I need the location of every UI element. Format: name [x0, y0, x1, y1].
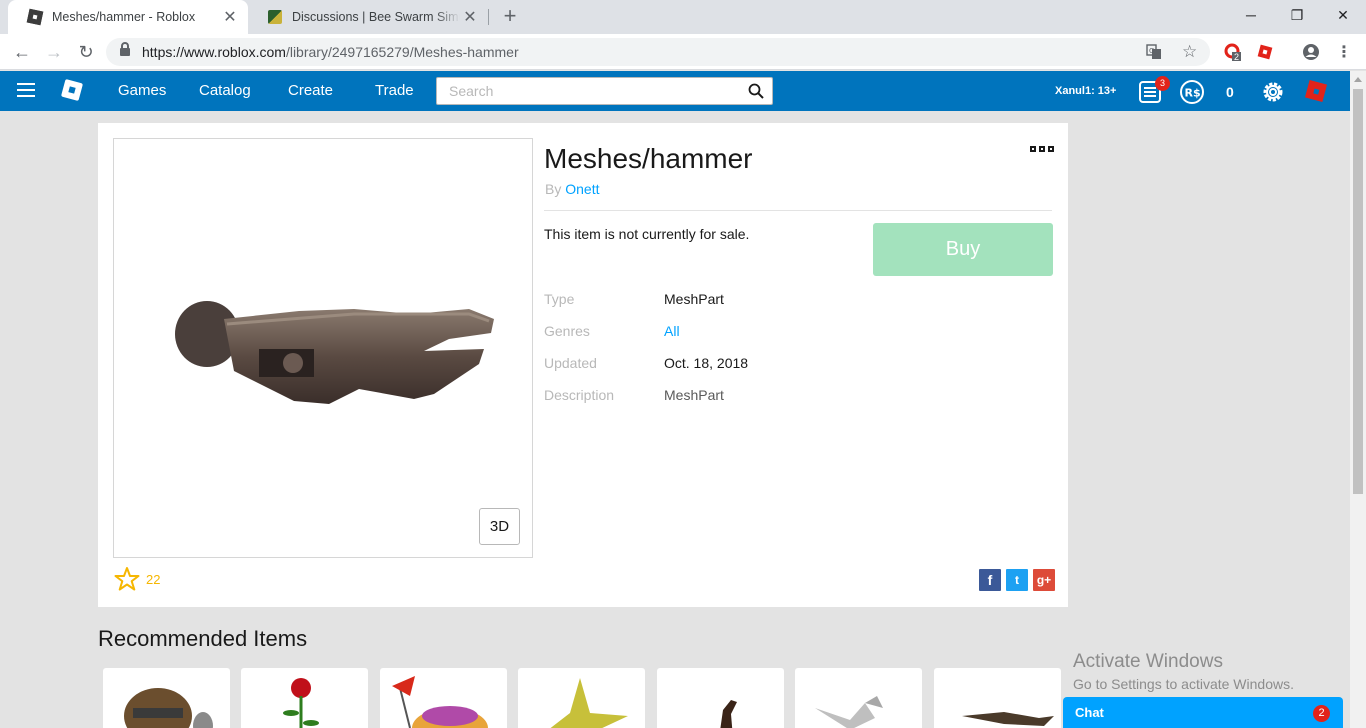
recommended-items-heading: Recommended Items	[98, 626, 308, 651]
google-plus-share-icon[interactable]: g+	[1033, 569, 1055, 591]
favorite-count: 22	[146, 572, 161, 587]
url-path: /library/2497165279/Meshes-hammer	[285, 44, 519, 60]
forward-arrow-icon[interactable]: →	[42, 40, 66, 64]
reload-icon[interactable]: ↻	[74, 40, 98, 64]
close-window-button[interactable]: ✕	[1320, 0, 1366, 30]
nav-games[interactable]: Games	[118, 82, 166, 99]
roblox-header: Games Catalog Create Trade Xanul1: 13+ R…	[0, 71, 1350, 111]
item-thumbnail-image	[283, 678, 319, 728]
robux-icon[interactable]: R$	[1179, 79, 1205, 105]
robux-count[interactable]: 0	[1226, 84, 1234, 100]
recommended-item-card[interactable]	[103, 668, 230, 728]
url-field[interactable]: https://www.roblox.com/library/249716527…	[106, 38, 1210, 66]
divider	[544, 210, 1052, 211]
username-label[interactable]: Xanul1: 13+	[1055, 85, 1116, 97]
by-label: By	[545, 181, 562, 197]
minimize-button[interactable]: ─	[1228, 0, 1274, 30]
chat-bar[interactable]: Chat	[1063, 697, 1343, 728]
new-tab-button[interactable]: +	[498, 4, 522, 30]
nav-create[interactable]: Create	[288, 82, 333, 99]
page-scrollbar[interactable]	[1350, 71, 1366, 728]
lock-icon	[120, 42, 130, 56]
tab-separator	[488, 9, 489, 25]
address-bar-row: ← → ↻ https://www.roblox.com/library/249…	[0, 34, 1366, 70]
more-options-icon[interactable]	[1030, 146, 1054, 152]
item-thumbnail-image	[124, 688, 213, 728]
chat-unread-badge: 2	[1313, 705, 1330, 722]
tab-title: Meshes/hammer - Roblox	[52, 10, 196, 24]
url-host: https://www.roblox.com	[142, 44, 286, 60]
extension-badge: 2	[1234, 52, 1240, 62]
recommended-item-card[interactable]	[934, 668, 1061, 728]
back-arrow-icon[interactable]: ←	[10, 40, 34, 64]
search-input[interactable]	[437, 78, 727, 104]
roblox-favicon-icon	[26, 8, 44, 26]
item-thumbnail-image	[962, 712, 1054, 726]
item-creator-line: By Onett	[545, 181, 599, 197]
close-tab-icon[interactable]: ✕	[460, 7, 480, 27]
close-tab-icon[interactable]: ✕	[220, 7, 240, 27]
item-thumbnail: 3D	[113, 138, 533, 558]
restore-button[interactable]: ❐	[1274, 0, 1320, 30]
item-thumbnail-image	[392, 676, 488, 728]
item-title: Meshes/hammer	[544, 143, 753, 174]
item-details-card: 3D 22 Meshes/hammer By Onett This item i…	[98, 123, 1068, 607]
svg-text:G: G	[1149, 47, 1154, 55]
recommended-item-card[interactable]	[657, 668, 784, 728]
watermark-line2: Go to Settings to activate Windows.	[1073, 676, 1294, 692]
svg-text:R$: R$	[1185, 87, 1201, 100]
browser-tab-bar: Meshes/hammer - Roblox ✕ Discussions | B…	[0, 0, 1366, 34]
field-value-updated: Oct. 18, 2018	[664, 355, 749, 371]
sale-status-text: This item is not currently for sale.	[544, 226, 750, 242]
bee-favicon-icon	[268, 10, 282, 24]
field-label-updated: Updated	[544, 355, 597, 371]
search-box	[436, 77, 773, 105]
roblox-logo-icon[interactable]	[60, 78, 84, 102]
recommended-item-card[interactable]	[241, 668, 368, 728]
buy-button[interactable]: Buy	[873, 223, 1053, 276]
facebook-share-icon[interactable]: f	[979, 569, 1001, 591]
recommended-item-card[interactable]	[518, 668, 645, 728]
field-label-genres: Genres	[544, 323, 590, 339]
roblox-extension-icon[interactable]	[1256, 43, 1274, 61]
field-label-description: Description	[544, 387, 615, 403]
view-3d-button[interactable]: 3D	[479, 508, 520, 545]
search-icon[interactable]	[748, 83, 764, 99]
scroll-up-icon[interactable]	[1354, 77, 1362, 82]
roblox-studio-icon[interactable]	[1303, 78, 1329, 104]
genre-link[interactable]: All	[664, 323, 680, 339]
recommended-item-card[interactable]	[795, 668, 922, 728]
twitter-share-icon[interactable]: t	[1006, 569, 1028, 591]
bookmark-star-icon[interactable]: ☆	[1182, 42, 1197, 62]
item-thumbnail-image	[550, 678, 628, 728]
field-label-type: Type	[544, 291, 575, 307]
item-thumbnail-image	[815, 696, 883, 728]
field-value-type: MeshPart	[664, 291, 724, 307]
hammer-mesh-image	[175, 301, 494, 404]
nav-catalog[interactable]: Catalog	[199, 82, 251, 99]
settings-gear-icon[interactable]	[1260, 79, 1286, 105]
field-value-description: MeshPart	[664, 387, 724, 403]
translate-icon[interactable]: G	[1146, 44, 1162, 60]
recommended-item-card[interactable]	[380, 668, 507, 728]
tab-roblox[interactable]: Meshes/hammer - Roblox ✕	[8, 0, 248, 34]
browser-menu-icon[interactable]: ⋮	[1336, 42, 1352, 62]
tab-title: Discussions | Bee Swarm Simulator	[292, 10, 460, 24]
hamburger-menu-icon[interactable]	[17, 83, 35, 97]
notification-badge: 3	[1155, 76, 1170, 91]
item-thumbnail-image	[720, 700, 737, 728]
profile-icon[interactable]	[1302, 43, 1320, 61]
favorite-star-icon[interactable]	[114, 566, 140, 592]
chat-label: Chat	[1075, 705, 1104, 720]
scrollbar-thumb[interactable]	[1353, 89, 1363, 494]
nav-trade[interactable]: Trade	[375, 82, 414, 99]
creator-link[interactable]: Onett	[565, 181, 599, 197]
activate-windows-watermark: Activate Windows Go to Settings to activ…	[1073, 651, 1294, 692]
watermark-line1: Activate Windows	[1073, 651, 1223, 672]
tab-discussions[interactable]: Discussions | Bee Swarm Simulator ✕	[248, 0, 488, 34]
